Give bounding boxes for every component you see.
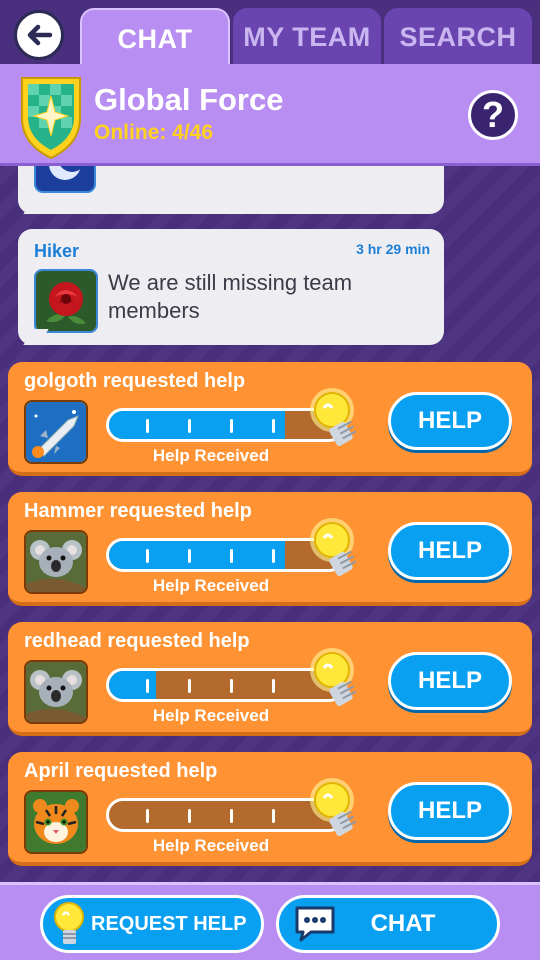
help-received-label: Help Received [152, 446, 270, 465]
question-mark-icon: ? [482, 94, 504, 135]
progress-tick [146, 419, 149, 433]
lightbulb-icon [310, 518, 357, 577]
bottom-action-bar: REQUEST HELP CHAT [0, 882, 540, 960]
lightbulb-icon [310, 648, 357, 707]
lightbulb-icon [310, 388, 357, 447]
help-received-label: Help Received [152, 706, 270, 725]
lightbulb-icon [54, 902, 84, 944]
help-progress-fill [109, 411, 285, 439]
team-online-count: Online: 4/46 [94, 121, 214, 144]
tab-chat-label: CHAT [117, 23, 193, 54]
help-received-label: Help Received [152, 576, 270, 595]
tab-search[interactable]: SEARCH [384, 8, 532, 66]
lightbulb-icon [310, 778, 357, 837]
progress-tick [272, 809, 275, 823]
help-request-card: Hammer requested help Help Received HELP [8, 492, 532, 606]
koala-icon [26, 532, 86, 592]
requester-avatar [24, 660, 88, 724]
chat-message-partial [18, 166, 444, 214]
tab-search-label: SEARCH [399, 21, 517, 52]
back-button[interactable] [14, 10, 64, 60]
help-request-title: April requested help [24, 760, 218, 782]
help-request-title: golgoth requested help [24, 370, 246, 392]
help-request-card: golgoth requested help Help Received HEL… [8, 362, 532, 476]
help-button-label: HELP [417, 537, 482, 564]
tab-chat[interactable]: CHAT [80, 8, 230, 68]
help-request-card: April requested help Help Received HELP [8, 752, 532, 866]
progress-tick [188, 809, 191, 823]
bubble-tail [23, 329, 49, 345]
help-request-title: redhead requested help [24, 630, 250, 652]
request-help-label: REQUEST HELP [91, 912, 247, 935]
progress-tick [230, 809, 233, 823]
tab-my-team-label: MY TEAM [243, 21, 371, 52]
progress-tick [230, 549, 233, 563]
help-button-label: HELP [417, 667, 482, 694]
help-button[interactable]: HELP [388, 392, 512, 450]
requester-avatar [24, 790, 88, 854]
requester-avatar [24, 530, 88, 594]
chat-bubble-icon [295, 906, 335, 942]
chat-message: Hiker 3 hr 29 min We are still missing t… [18, 229, 444, 345]
team-header: Global Force Online: 4/46 ? [0, 64, 540, 166]
moon-avatar-icon [34, 166, 96, 193]
help-received-label: Help Received [152, 836, 270, 855]
progress-tick [272, 679, 275, 693]
chat-button-label: CHAT [370, 910, 436, 937]
message-text: We are still missing team members [108, 270, 353, 323]
team-shield-icon [21, 77, 81, 160]
progress-tick [146, 679, 149, 693]
message-author: Hiker [34, 241, 80, 261]
team-info-button[interactable]: ? [468, 90, 518, 140]
progress-tick [188, 549, 191, 563]
progress-tick [188, 679, 191, 693]
bubble-tail [23, 198, 49, 214]
progress-tick [230, 419, 233, 433]
space-shuttle-icon [26, 402, 86, 462]
back-arrow-icon [27, 24, 53, 46]
progress-tick [146, 809, 149, 823]
rose-icon [36, 271, 96, 331]
help-button-label: HELP [417, 407, 482, 434]
help-button[interactable]: HELP [388, 522, 512, 580]
chat-button[interactable]: CHAT [276, 895, 500, 953]
request-help-button[interactable]: REQUEST HELP [40, 895, 264, 953]
progress-tick [146, 549, 149, 563]
team-name: Global Force [94, 82, 284, 117]
koala-icon [26, 662, 86, 722]
help-progress-fill [109, 541, 285, 569]
requester-avatar [24, 400, 88, 464]
help-button[interactable]: HELP [388, 652, 512, 710]
progress-tick [230, 679, 233, 693]
help-request-card: redhead requested help Help Received HEL… [8, 622, 532, 736]
message-timestamp: 3 hr 29 min [356, 241, 430, 257]
progress-tick [188, 419, 191, 433]
help-request-title: Hammer requested help [24, 500, 252, 522]
chat-feed[interactable]: Hiker 3 hr 29 min We are still missing t… [0, 166, 540, 882]
progress-tick [272, 419, 275, 433]
progress-tick [272, 549, 275, 563]
message-avatar [34, 269, 98, 333]
tab-my-team[interactable]: MY TEAM [233, 8, 381, 66]
help-button-label: HELP [417, 797, 482, 824]
help-button[interactable]: HELP [388, 782, 512, 840]
tiger-icon [26, 792, 86, 852]
top-tab-bar: CHAT MY TEAM SEARCH [0, 0, 540, 68]
